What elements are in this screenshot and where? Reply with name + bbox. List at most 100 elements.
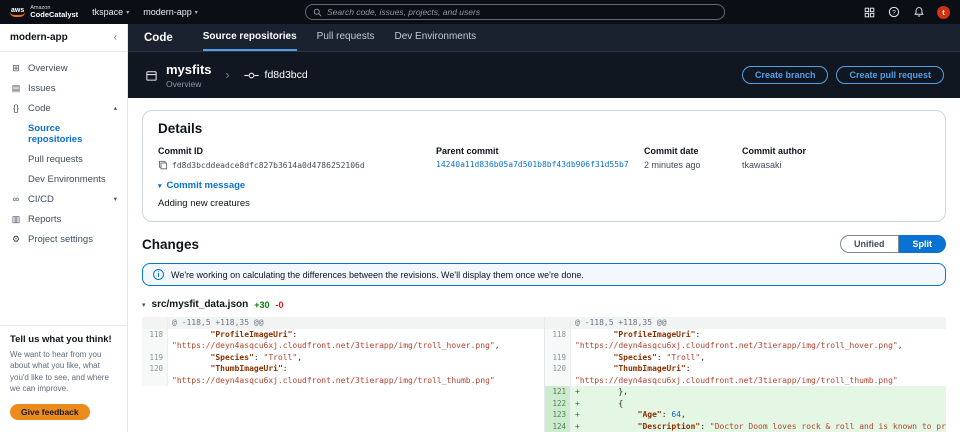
- chevron-down-icon: ▾: [113, 196, 117, 203]
- diff-row: 120 "ThumbImageUri":: [545, 363, 946, 375]
- line-number: [142, 374, 168, 386]
- diff-line-content: "https://deyn4asqcu6xj.cloudfront.net/3t…: [575, 341, 903, 350]
- sidebar-item-code[interactable]: {} Code ▴: [0, 98, 127, 118]
- diff-row: "https://deyn4asqcu6xj.cloudfront.net/3t…: [545, 340, 946, 352]
- overview-icon: ⊞: [12, 62, 20, 73]
- repository-icon: [144, 68, 158, 82]
- diff-view-toggle: Unified Split: [840, 235, 946, 253]
- project-name: modern-app: [143, 7, 192, 17]
- commit-meta: Commit ID fd8d3bcddeadce8dfc827b3614a0d4…: [158, 146, 930, 170]
- commit-message-text: Adding new creatures: [158, 198, 250, 209]
- diff-line-content: + "Age": 64,: [571, 409, 946, 421]
- project-selector[interactable]: modern-app ▾: [143, 7, 198, 17]
- copy-icon[interactable]: [158, 160, 168, 170]
- diff-line-content: "ThumbImageUri":: [210, 364, 288, 373]
- help-icon[interactable]: ?: [887, 5, 901, 19]
- diff-row: 124 + "Description": "Doctor Doom loves r…: [545, 420, 946, 432]
- line-number: [545, 340, 571, 352]
- line-number: 124: [545, 420, 571, 432]
- file-name: src/mysfit_data.json: [151, 299, 249, 310]
- diff-row: 123 + "Age": 64,: [545, 409, 946, 421]
- sidebar-item-pull-requests[interactable]: Pull requests: [0, 149, 127, 169]
- info-alert-text: We're working on calculating the differe…: [171, 269, 584, 280]
- additions-count: +30: [254, 299, 270, 310]
- feedback-body: We want to hear from you about what you …: [10, 350, 109, 393]
- topbar-utilities: ? t: [862, 5, 950, 19]
- notifications-bell-icon[interactable]: [912, 5, 926, 19]
- line-number: 122: [545, 397, 571, 409]
- sidebar-item-project-settings[interactable]: ⚙ Project settings: [0, 229, 127, 249]
- breadcrumb-separator: ›: [225, 68, 230, 82]
- diff-line-content: @ -118,5 +118,35 @@: [571, 317, 946, 329]
- unified-view-button[interactable]: Unified: [840, 235, 899, 253]
- give-feedback-button[interactable]: Give feedback: [10, 404, 90, 420]
- sidebar-item-label: Overview: [28, 62, 68, 74]
- commit-message-expander[interactable]: ▾ Commit message: [158, 180, 930, 191]
- svg-text:?: ?: [892, 9, 896, 16]
- diff-row: "https://deyn4asqcu6xj.cloudfront.net/3t…: [545, 374, 946, 386]
- codecatalyst-home-link[interactable]: aws Amazon CodeCatalyst: [10, 5, 78, 19]
- sidebar-item-issues[interactable]: ▤ Issues: [0, 78, 127, 98]
- diff-row: 118 "ProfileImageUri":: [545, 328, 946, 340]
- line-number: 123: [545, 409, 571, 421]
- side-navigation: modern-app ‹ ⊞ Overview ▤ Issues {} Code ▴ Sour…: [0, 24, 128, 432]
- search-icon: [313, 8, 322, 16]
- file-diff-header[interactable]: ▾ src/mysfit_data.json +30 -0: [142, 299, 946, 310]
- section-title: Code: [144, 31, 173, 44]
- commit-date-label: Commit date: [644, 146, 699, 156]
- code-icon: {}: [12, 103, 19, 113]
- cicd-icon: ∞: [12, 194, 20, 204]
- commit-short-id: fd8d3bcd: [264, 69, 308, 81]
- sidebar-item-label: Dev Environments: [28, 173, 106, 185]
- repo-name-link[interactable]: mysfits: [166, 62, 212, 77]
- line-number: 120: [545, 363, 571, 375]
- line-number: [545, 374, 571, 386]
- diff-hunk-header: @ -118,5 +118,35 @@: [545, 317, 946, 329]
- line-number: 118: [142, 328, 168, 340]
- commit-message-toggle-label: Commit message: [166, 180, 246, 191]
- app-switcher-icon[interactable]: [862, 5, 876, 19]
- diff-row: 119 "Species": "Troll",: [545, 351, 946, 363]
- sidebar-item-overview[interactable]: ⊞ Overview: [0, 58, 127, 78]
- info-alert: i We're working on calculating the diffe…: [142, 263, 946, 286]
- sidebar-item-source-repositories[interactable]: Source repositories: [0, 118, 127, 149]
- sidebar-item-dev-environments[interactable]: Dev Environments: [0, 169, 127, 189]
- sidebar-item-label: Pull requests: [28, 153, 83, 165]
- sidebar-item-ci-cd[interactable]: ∞ CI/CD ▾: [0, 189, 127, 209]
- line-number: 119: [545, 351, 571, 363]
- repo-subtitle: Overview: [166, 78, 202, 89]
- tab-source-repositories[interactable]: Source repositories: [202, 24, 297, 51]
- sidebar-item-reports[interactable]: ▥ Reports: [0, 209, 127, 229]
- search-input[interactable]: [327, 7, 717, 17]
- commit-icon: [243, 72, 259, 78]
- brand-text: Amazon CodeCatalyst: [30, 5, 78, 19]
- line-number: 120: [142, 363, 168, 375]
- tab-dev-environments[interactable]: Dev Environments: [394, 24, 476, 51]
- diff-line-content: "https://deyn4asqcu6xj.cloudfront.net/3t…: [172, 375, 495, 385]
- settings-icon: ⚙: [11, 233, 21, 244]
- create-pull-request-button[interactable]: Create pull request: [836, 66, 944, 84]
- parent-commit-label: Parent commit: [436, 146, 499, 156]
- global-search[interactable]: [305, 4, 725, 20]
- code-tab-bar: Code Source repositories Pull requests Dev…: [128, 24, 960, 51]
- split-view-button[interactable]: Split: [898, 235, 946, 253]
- commit-author-value: tkawasaki: [742, 160, 782, 170]
- workspace-selector[interactable]: tkspace ▾: [92, 7, 129, 17]
- sidebar-project-name: modern-app: [10, 32, 68, 43]
- tab-pull-requests[interactable]: Pull requests: [317, 24, 375, 51]
- sidebar-collapse-icon[interactable]: ‹: [114, 32, 117, 43]
- diff-line-content: "ThumbImageUri":: [613, 364, 691, 373]
- diff-row: 121 + },: [545, 386, 946, 398]
- user-avatar[interactable]: t: [937, 5, 950, 19]
- details-title: Details: [158, 121, 203, 136]
- feedback-title: Tell us what you think!: [10, 334, 112, 346]
- repository-header: mysfits Overview › fd8d3bcd Create branc…: [128, 51, 960, 98]
- sidebar-item-label: Issues: [28, 82, 56, 94]
- main-area: Code Source repositories Pull requests Dev…: [128, 24, 960, 432]
- parent-commit-link[interactable]: 14240a11d836b05a7d501b8bf43db906f31d55b7: [436, 160, 629, 169]
- create-branch-button[interactable]: Create branch: [741, 66, 829, 84]
- line-number: 121: [545, 386, 571, 398]
- top-navigation-bar: aws Amazon CodeCatalyst tkspace ▾ modern…: [0, 0, 960, 24]
- diff-row: 119 "Species": "Troll",: [142, 351, 544, 363]
- sidebar-header: modern-app ‹: [0, 24, 127, 52]
